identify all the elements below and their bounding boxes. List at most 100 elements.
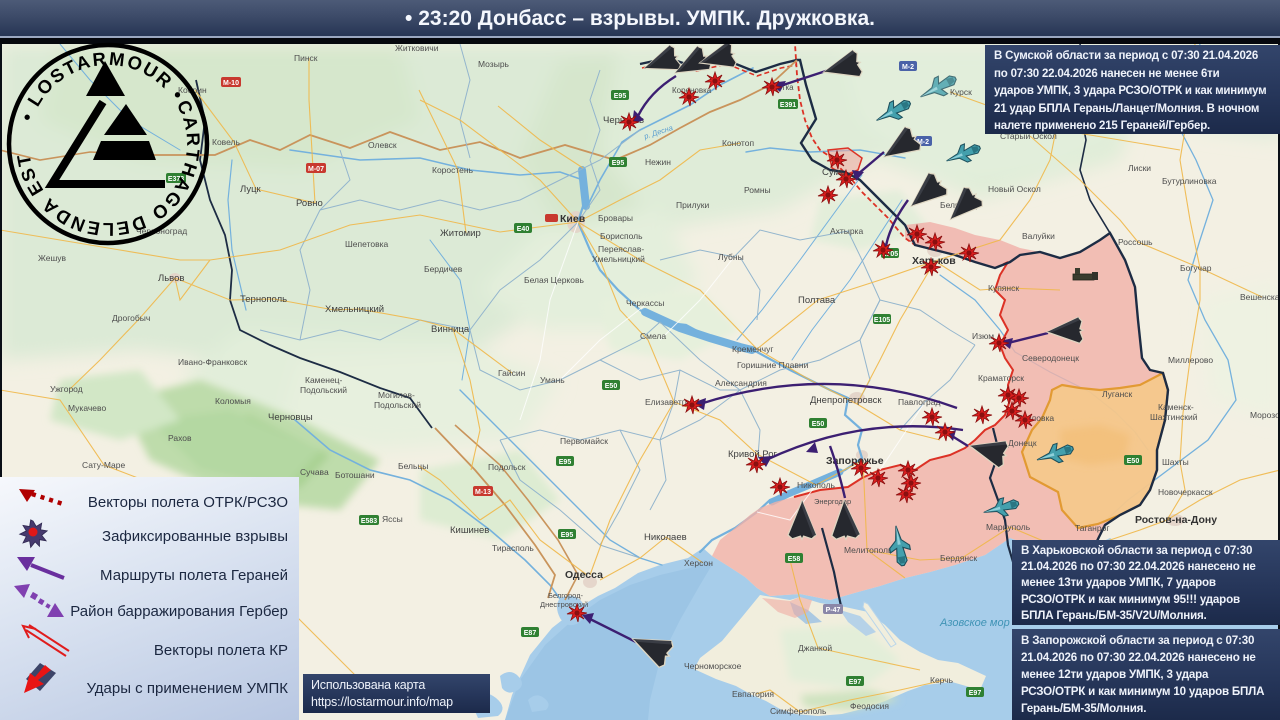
svg-text:Подольск: Подольск: [488, 462, 526, 472]
svg-text:E391: E391: [780, 102, 796, 109]
svg-text:Краматорск: Краматорск: [978, 373, 1024, 383]
svg-text:P-47: P-47: [826, 607, 841, 614]
svg-text:Белая Церковь: Белая Церковь: [524, 275, 584, 285]
svg-text:E95: E95: [559, 459, 572, 466]
svg-text:Сату-Маре: Сату-Маре: [82, 460, 125, 470]
svg-text:Ахтырка: Ахтырка: [830, 226, 863, 236]
svg-text:Бельцы: Бельцы: [398, 461, 428, 471]
svg-text:Бровары: Бровары: [598, 213, 633, 223]
svg-text:Подольский: Подольский: [374, 400, 421, 410]
svg-text:Морозовск: Морозовск: [1250, 410, 1280, 420]
svg-text:M-13: M-13: [475, 489, 491, 496]
svg-text:Херсон: Херсон: [684, 558, 713, 568]
svg-text:Переяслав-: Переяслав-: [598, 244, 644, 254]
svg-text:E87: E87: [524, 630, 537, 637]
svg-text:Дрогобыч: Дрогобыч: [112, 313, 150, 323]
svg-text:Ивано-Франковск: Ивано-Франковск: [178, 357, 247, 367]
svg-text:Луцк: Луцк: [240, 184, 262, 195]
svg-text:Курск: Курск: [950, 87, 972, 97]
svg-text:Ростов-на-Дону: Ростов-на-Дону: [1135, 514, 1217, 526]
svg-text:Умань: Умань: [540, 375, 565, 385]
svg-text:Львов: Львов: [158, 273, 184, 284]
svg-text:Первомайск: Первомайск: [560, 436, 608, 446]
svg-text:M-10: M-10: [223, 80, 239, 87]
svg-text:Богучар: Богучар: [1180, 263, 1212, 273]
svg-text:Коростень: Коростень: [432, 165, 474, 175]
svg-text:Бердичев: Бердичев: [424, 264, 463, 274]
svg-text:Тирасполь: Тирасполь: [492, 543, 534, 553]
svg-text:E97: E97: [969, 690, 982, 697]
svg-text:Киев: Киев: [560, 213, 586, 225]
svg-text:E583: E583: [361, 518, 377, 525]
svg-text:Винница: Винница: [431, 324, 470, 335]
svg-text:Подольский: Подольский: [300, 385, 347, 395]
svg-text:E40: E40: [517, 226, 530, 233]
svg-text:Луганск: Луганск: [1102, 389, 1133, 399]
svg-text:Днепропетровск: Днепропетровск: [810, 395, 882, 406]
svg-text:Евпатория: Евпатория: [732, 689, 774, 699]
svg-text:Каменск-: Каменск-: [1158, 402, 1194, 412]
svg-text:Мукачево: Мукачево: [68, 403, 106, 413]
svg-text:Александрия: Александрия: [715, 378, 767, 388]
svg-text:Мозырь: Мозырь: [478, 59, 510, 69]
svg-text:Житковичи: Житковичи: [395, 44, 439, 53]
svg-text:Валуйки: Валуйки: [1022, 231, 1055, 241]
svg-text:Миллерово: Миллерово: [1168, 355, 1213, 365]
svg-text:Каменец-: Каменец-: [305, 375, 343, 385]
svg-text:Феодосия: Феодосия: [850, 701, 889, 711]
svg-text:Павлоград: Павлоград: [898, 397, 940, 407]
svg-text:Смела: Смела: [640, 331, 666, 341]
svg-text:Конотоп: Конотоп: [722, 138, 754, 148]
svg-text:Ровно: Ровно: [296, 198, 323, 209]
svg-text:E95: E95: [561, 532, 574, 539]
svg-text:Могилев-: Могилев-: [378, 390, 415, 400]
svg-text:Вешенская: Вешенская: [1240, 292, 1280, 302]
svg-text:Джанкой: Джанкой: [798, 643, 832, 653]
svg-text:Гайсин: Гайсин: [498, 368, 526, 378]
svg-text:Бердянск: Бердянск: [940, 553, 977, 563]
svg-text:Изюм: Изюм: [972, 331, 994, 341]
svg-text:Мариуполь: Мариуполь: [986, 522, 1031, 532]
svg-text:Одесса: Одесса: [565, 569, 603, 581]
svg-text:Ромны: Ромны: [744, 185, 771, 195]
svg-text:Олевск: Олевск: [368, 140, 397, 150]
svg-text:Донецк: Донецк: [1008, 438, 1037, 448]
svg-text:Полтава: Полтава: [798, 295, 836, 306]
svg-text:Черноморское: Черноморское: [684, 661, 742, 671]
svg-text:Жешув: Жешув: [38, 253, 67, 263]
svg-text:Симферополь: Симферополь: [770, 706, 827, 716]
svg-text:Хмельницкий: Хмельницкий: [592, 254, 645, 264]
svg-text:Нежин: Нежин: [645, 157, 671, 167]
svg-text:M-07: M-07: [308, 166, 324, 173]
svg-text:Лиски: Лиски: [1128, 163, 1151, 173]
svg-text:Горишние Плавни: Горишние Плавни: [737, 360, 809, 370]
svg-text:Ужгород: Ужгород: [50, 384, 83, 394]
svg-text:Николаев: Николаев: [644, 532, 687, 543]
svg-text:Белгород-: Белгород-: [548, 591, 584, 600]
svg-text:Кременчуг: Кременчуг: [732, 344, 773, 354]
svg-text:Ботошани: Ботошани: [335, 470, 375, 480]
svg-text:E58: E58: [788, 556, 801, 563]
svg-text:Мелитополь: Мелитополь: [844, 545, 893, 555]
svg-text:Купянск: Купянск: [988, 283, 1019, 293]
svg-text:Рахов: Рахов: [168, 433, 192, 443]
svg-text:Ковель: Ковель: [212, 137, 241, 147]
svg-text:M-2: M-2: [902, 64, 914, 71]
svg-text:Северодонецк: Северодонецк: [1022, 353, 1079, 363]
svg-text:E95: E95: [614, 93, 627, 100]
svg-text:E50: E50: [605, 383, 618, 390]
svg-text:E97: E97: [849, 679, 862, 686]
svg-text:Черновцы: Черновцы: [268, 412, 313, 423]
svg-text:Житомир: Житомир: [440, 228, 481, 239]
svg-text:Никополь: Никополь: [797, 480, 836, 490]
svg-text:Хмельницкий: Хмельницкий: [325, 304, 384, 315]
svg-text:Шепетовка: Шепетовка: [345, 239, 389, 249]
svg-text:E105: E105: [874, 317, 890, 324]
svg-text:E50: E50: [812, 421, 825, 428]
svg-text:Днестровский: Днестровский: [540, 600, 588, 609]
svg-text:Прилуки: Прилуки: [676, 200, 710, 210]
svg-text:Керчь: Керчь: [930, 675, 954, 685]
svg-text:Сучава: Сучава: [300, 467, 329, 477]
svg-text:Черкассы: Черкассы: [626, 298, 664, 308]
svg-text:Новочеркасск: Новочеркасск: [1158, 487, 1213, 497]
